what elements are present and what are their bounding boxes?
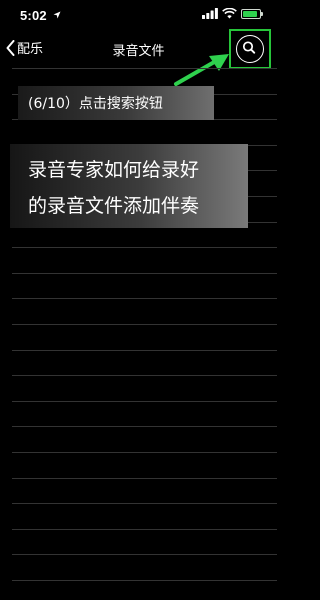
search-button[interactable]	[236, 35, 264, 63]
battery-level	[243, 10, 257, 17]
list-row-divider	[12, 375, 277, 376]
list-row-divider	[12, 452, 277, 453]
headline-line-1: 录音专家如何给录好	[28, 159, 200, 181]
list-row-divider	[12, 324, 277, 325]
headline-box: 录音专家如何给录好 的录音文件添加伴奏	[10, 144, 248, 228]
signal-bars-icon	[202, 8, 218, 19]
list-row-divider	[12, 298, 277, 299]
step-caption: (6/10）点击搜索按钮	[18, 86, 214, 120]
status-time: 5:02	[20, 8, 47, 23]
headline-line-2: 的录音文件添加伴奏	[28, 195, 200, 217]
list-row-divider	[12, 426, 277, 427]
location-arrow-icon	[53, 11, 61, 19]
list-row-divider	[12, 401, 277, 402]
list-row-divider	[12, 273, 277, 274]
status-bar: 5:02	[0, 0, 277, 32]
wifi-icon	[222, 8, 237, 19]
list-row-divider	[12, 68, 277, 69]
search-icon	[242, 41, 256, 54]
search-highlight-box	[229, 29, 271, 69]
list-row-divider	[12, 503, 277, 504]
list-row-divider	[12, 350, 277, 351]
list-row-divider	[12, 478, 277, 479]
list-row-divider	[12, 554, 277, 555]
battery-icon	[241, 8, 263, 19]
status-indicators	[202, 8, 263, 19]
list-row-divider	[12, 247, 277, 248]
list-row-divider	[12, 529, 277, 530]
list-row-divider	[12, 580, 277, 581]
